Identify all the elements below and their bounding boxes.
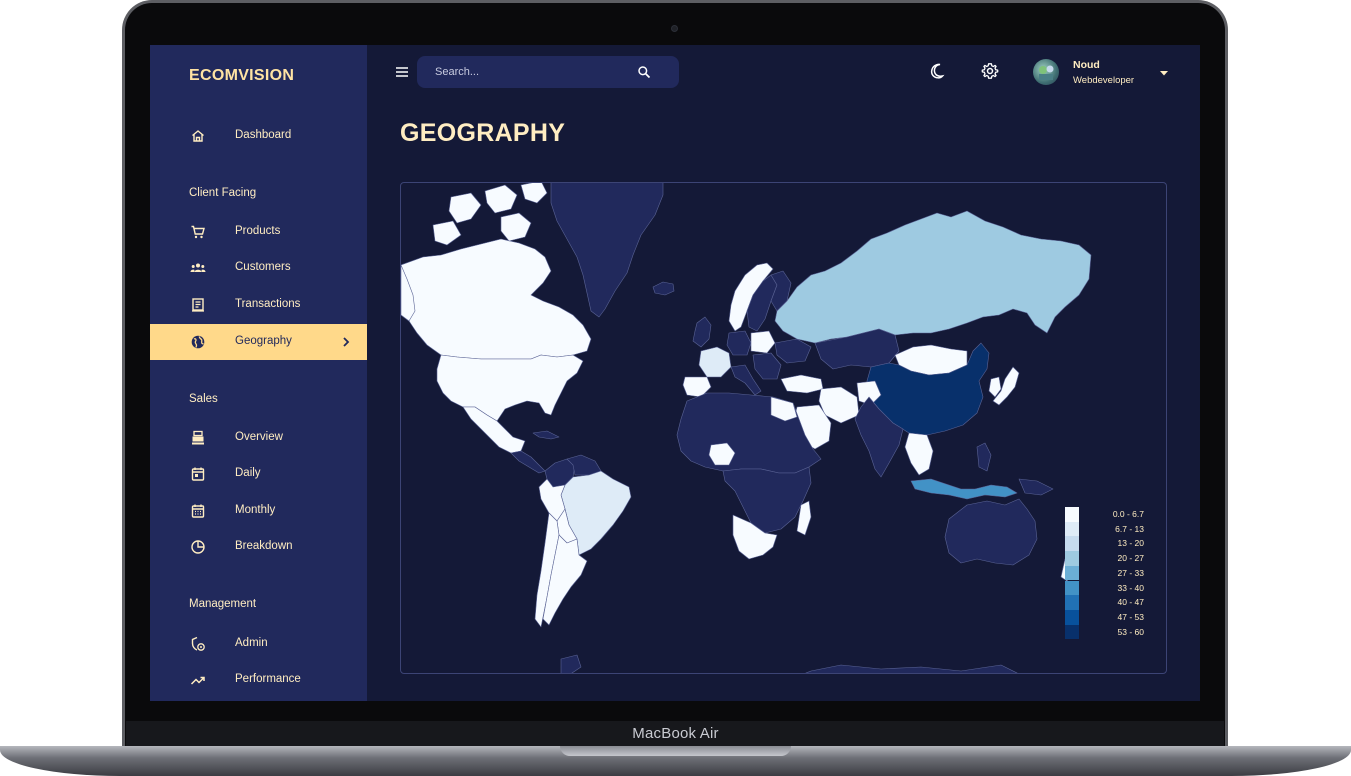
brand-logo[interactable]: ECOMVISION <box>189 67 294 85</box>
country-germany[interactable] <box>726 330 752 356</box>
country-indonesia[interactable] <box>910 478 1018 500</box>
legend-label: 33 - 40 <box>1117 582 1144 593</box>
sidebar-item-label: Customers <box>235 261 291 273</box>
sidebar-item-transactions[interactable]: Transactions <box>150 287 367 323</box>
legend-swatch <box>1065 609 1079 625</box>
sidebar-item-overview[interactable]: Overview <box>150 420 367 456</box>
country-russia[interactable] <box>774 210 1092 344</box>
webcam <box>671 25 678 32</box>
legend-label: 40 - 47 <box>1117 597 1144 608</box>
sidebar-item-dashboard[interactable]: Dashboard <box>150 118 367 154</box>
search-icon[interactable] <box>637 65 651 79</box>
section-client-facing: Client Facing <box>189 187 257 199</box>
legend-swatch <box>1065 536 1079 552</box>
settings-gear-icon[interactable] <box>981 62 999 80</box>
country-iceland[interactable] <box>652 281 675 296</box>
chevron-right-icon <box>343 337 350 347</box>
country-turkey[interactable] <box>780 374 824 394</box>
legend-label: 6.7 - 13 <box>1115 523 1144 534</box>
page-title: GEOGRAPHY <box>400 119 566 147</box>
country-australia[interactable] <box>944 498 1038 566</box>
trending-up-icon <box>190 676 205 685</box>
sidebar-item-geography[interactable]: Geography <box>150 324 367 360</box>
legend-swatch <box>1065 507 1079 522</box>
world-map <box>401 183 1092 674</box>
sidebar-item-label: Dashboard <box>235 129 292 141</box>
sidebar-item-breakdown[interactable]: Breakdown <box>150 529 367 565</box>
sidebar-item-label: Breakdown <box>235 540 293 552</box>
legend-label: 27 - 33 <box>1117 567 1144 578</box>
arrow-drop-down-icon[interactable] <box>1159 69 1169 77</box>
country-ukraine[interactable] <box>774 338 812 364</box>
legend-swatch <box>1065 565 1079 581</box>
sidebar-item-label: Geography <box>235 335 292 347</box>
legend-swatch <box>1065 624 1079 640</box>
country-north-africa[interactable] <box>676 392 822 474</box>
sidebar-item-customers[interactable]: Customers <box>150 250 367 286</box>
groups-icon <box>190 263 206 272</box>
legend-swatch <box>1065 521 1079 537</box>
country-southeast-asia[interactable] <box>904 432 934 476</box>
calendar-month-icon <box>191 504 205 518</box>
topbar: Noud Webdeveloper <box>367 45 1200 101</box>
dark-mode-icon[interactable] <box>929 62 947 80</box>
sidebar-item-label: Daily <box>235 467 261 479</box>
sidebar-item-label: Performance <box>235 673 301 685</box>
geography-map: 0.0 - 6.7 6.7 - 13 13 - 20 20 - 27 27 - 33 33… <box>400 182 1167 674</box>
sidebar-item-admin[interactable]: Admin <box>150 626 367 662</box>
receipt-icon <box>192 298 204 312</box>
device-label: MacBook Air <box>632 725 719 742</box>
sidebar-item-label: Transactions <box>235 298 301 310</box>
country-usa[interactable] <box>436 354 584 422</box>
pie-chart-icon <box>191 540 205 554</box>
country-philippines[interactable] <box>976 442 992 472</box>
country-poland[interactable] <box>750 330 776 354</box>
point-of-sale-icon <box>192 430 204 445</box>
legend-label: 0.0 - 6.7 <box>1112 509 1144 519</box>
app-screen: ECOMVISION Dashboard Client Facing Produ… <box>150 45 1200 701</box>
legend-swatch <box>1065 551 1079 566</box>
country-canada-islands[interactable] <box>432 183 548 246</box>
laptop-notch <box>560 746 791 756</box>
country-uk[interactable] <box>692 316 712 348</box>
legend-swatch <box>1065 580 1079 596</box>
country-papua[interactable] <box>1018 478 1054 496</box>
admin-icon <box>191 636 205 651</box>
country-canada[interactable] <box>401 238 592 360</box>
sidebar-item-performance[interactable]: Performance <box>150 662 367 698</box>
shopping-cart-icon <box>191 225 205 239</box>
avatar[interactable] <box>1033 59 1059 85</box>
avatar-image <box>1039 65 1054 80</box>
laptop-frame: ECOMVISION Dashboard Client Facing Produ… <box>0 0 1351 776</box>
sidebar-item-daily[interactable]: Daily <box>150 456 367 492</box>
legend-label: 13 - 20 <box>1117 538 1144 549</box>
legend-swatch <box>1065 595 1079 610</box>
country-france[interactable] <box>698 346 732 378</box>
globe-icon <box>191 335 205 349</box>
country-antarctica[interactable] <box>560 654 1021 674</box>
sidebar-item-label: Admin <box>235 637 268 649</box>
calendar-today-icon <box>191 467 205 481</box>
legend-label: 53 - 60 <box>1117 626 1144 637</box>
sidebar: ECOMVISION Dashboard Client Facing Produ… <box>150 45 367 701</box>
section-management: Management <box>189 598 257 610</box>
country-greenland[interactable] <box>550 183 664 318</box>
sidebar-item-monthly[interactable]: Monthly <box>150 493 367 529</box>
home-icon <box>192 130 204 142</box>
sidebar-item-products[interactable]: Products <box>150 214 367 250</box>
user-name[interactable]: Noud <box>1073 59 1100 71</box>
menu-icon[interactable] <box>394 65 410 79</box>
sidebar-item-label: Monthly <box>235 504 276 516</box>
sidebar-item-label: Products <box>235 225 281 237</box>
legend-label: 20 - 27 <box>1117 553 1144 564</box>
sidebar-item-label: Overview <box>235 431 283 443</box>
user-role: Webdeveloper <box>1073 75 1135 86</box>
search-bar <box>417 56 679 88</box>
country-cuba[interactable] <box>532 430 560 440</box>
section-sales: Sales <box>189 393 218 405</box>
country-central-america[interactable] <box>510 450 546 474</box>
legend-label: 47 - 53 <box>1117 611 1144 622</box>
search-input[interactable] <box>435 64 625 80</box>
country-balkans[interactable] <box>752 352 782 380</box>
